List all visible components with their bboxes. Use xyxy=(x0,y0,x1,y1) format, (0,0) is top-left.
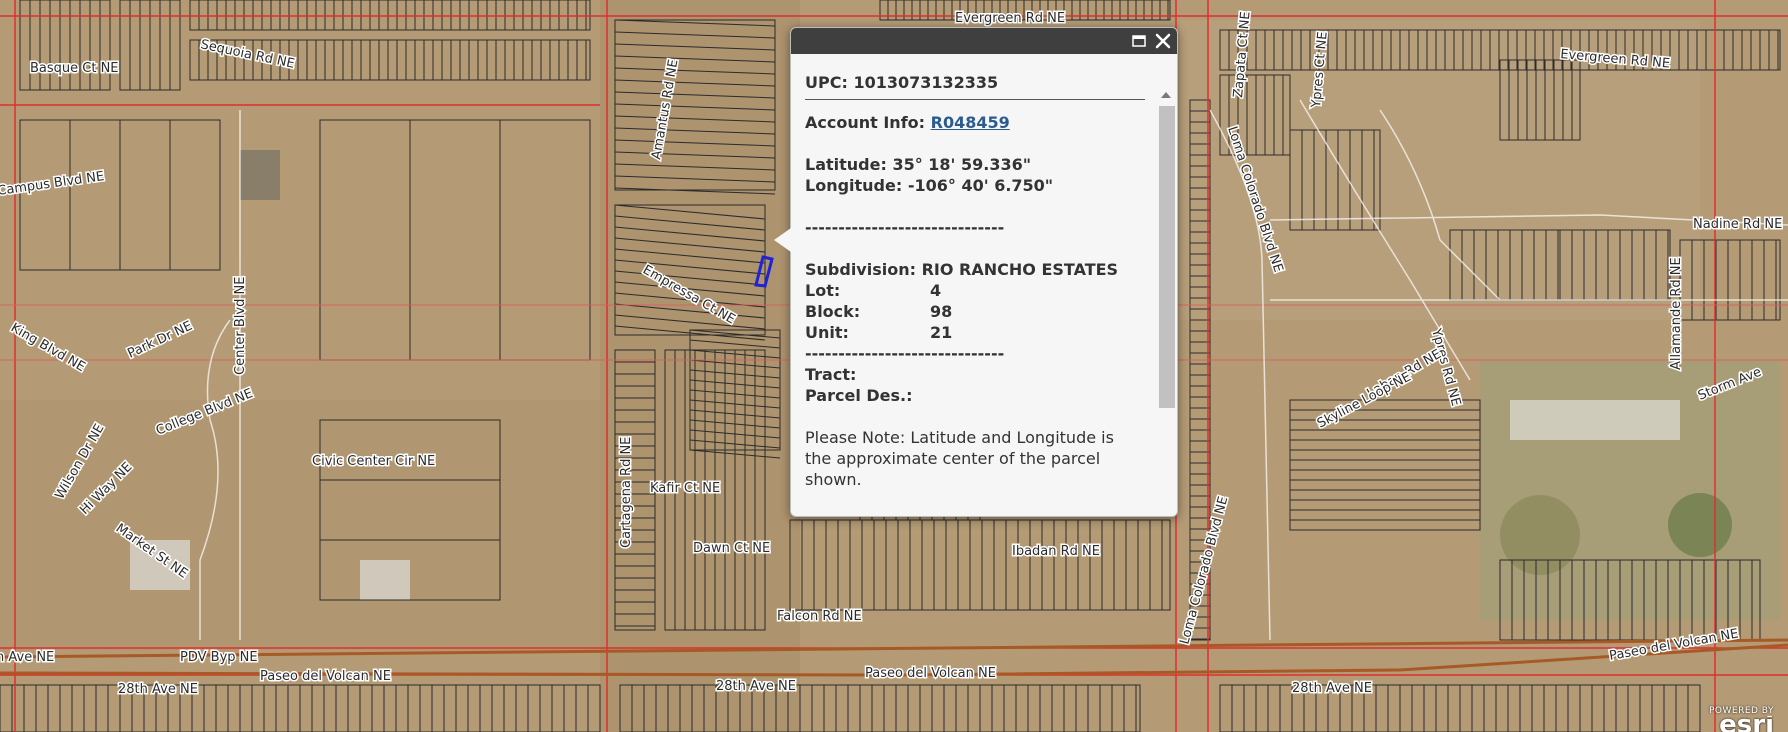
unit-row: Unit: 21 xyxy=(805,322,1145,343)
street-label: Evergreen Rd NE xyxy=(955,11,1065,26)
account-link[interactable]: R048459 xyxy=(931,113,1010,132)
latitude-label: Latitude: xyxy=(805,155,887,174)
upc-label: UPC: xyxy=(805,73,848,92)
longitude-row: Longitude: -106° 40' 6.750" xyxy=(805,175,1145,196)
street-label: Nadine Rd NE xyxy=(1693,217,1782,232)
street-label: Basque Ct NE xyxy=(30,61,119,76)
street-label: 28th Ave NE xyxy=(118,682,198,697)
divider: ------------------------------ xyxy=(805,218,1005,237)
account-label: Account Info: xyxy=(805,113,926,132)
latitude-row: Latitude: 35° 18' 59.336" xyxy=(805,154,1145,175)
baseball-field xyxy=(1668,493,1732,557)
lot-label: Lot: xyxy=(805,281,841,300)
maximize-icon[interactable] xyxy=(1129,31,1149,51)
unit-value: 21 xyxy=(930,323,953,342)
parcel-info-popup: UPC: 1013073132335 Account Info: R048459… xyxy=(790,27,1178,517)
latitude-value: 35° 18' 59.336" xyxy=(892,155,1032,174)
street-label: Center Blvd NE xyxy=(233,277,248,375)
parking-lot xyxy=(240,150,280,200)
lot-value: 4 xyxy=(930,281,942,300)
coordinates-note: Please Note: Latitude and Longitude is t… xyxy=(805,428,1114,489)
account-row: Account Info: R048459 xyxy=(805,112,1145,133)
street-label: Ibadan Rd NE xyxy=(1012,544,1100,559)
upc-value: 1013073132335 xyxy=(853,73,999,92)
street-label: 28th Ave NE xyxy=(1292,681,1372,696)
building xyxy=(360,560,410,600)
popup-content: UPC: 1013073132335 Account Info: R048459… xyxy=(805,72,1145,490)
block-label: Block: xyxy=(805,302,861,321)
street-label: Allamande Rd NE xyxy=(1669,257,1684,370)
block-row: Block: 98 xyxy=(805,301,1145,322)
street-label: 28th Ave NE xyxy=(716,679,796,694)
parcel-des-label: Parcel Des.: xyxy=(805,386,913,405)
upc-row: UPC: 1013073132335 xyxy=(805,72,1145,100)
subdivision-value: RIO RANCHO ESTATES xyxy=(921,260,1119,279)
scroll-thumb[interactable] xyxy=(1159,106,1175,408)
sports-fields xyxy=(1480,360,1780,620)
popup-pointer xyxy=(774,228,791,252)
street-label: Civic Center Cir NE xyxy=(312,454,435,469)
building-complex xyxy=(1510,400,1680,440)
street-label: Paseo del Volcan NE xyxy=(865,666,996,681)
street-label: PDV Byp NE xyxy=(180,650,258,665)
longitude-value: -106° 40' 6.750" xyxy=(907,176,1054,195)
lot-row: Lot: 4 xyxy=(805,280,1145,301)
subdivision-label: Subdivision: xyxy=(805,260,917,279)
block-value: 98 xyxy=(930,302,953,321)
esri-logo: esri xyxy=(1719,716,1774,732)
powered-by-text: POWERED BY xyxy=(1708,706,1774,716)
tract-label: Tract: xyxy=(805,365,857,384)
street-label: Dawn Ct NE xyxy=(693,541,770,556)
subdivision-row: Subdivision: RIO RANCHO ESTATES xyxy=(805,259,1145,280)
street-label: Kafir Ct NE xyxy=(650,481,720,496)
esri-attribution[interactable]: POWERED BY esri xyxy=(1709,706,1774,732)
street-label: Paseo del Volcan NE xyxy=(260,669,391,684)
street-label: Cartagena Rd NE xyxy=(619,437,634,548)
unit-label: Unit: xyxy=(805,323,849,342)
longitude-label: Longitude: xyxy=(805,176,903,195)
divider-2: ------------------------------ xyxy=(805,344,1005,363)
street-label: Falcon Rd NE xyxy=(777,609,862,624)
popup-titlebar xyxy=(791,28,1177,54)
scroll-up-icon[interactable] xyxy=(1161,92,1171,98)
street-label: n Ave NE xyxy=(0,650,54,665)
popup-scrollbar[interactable] xyxy=(1157,58,1175,516)
close-icon[interactable] xyxy=(1153,31,1173,51)
